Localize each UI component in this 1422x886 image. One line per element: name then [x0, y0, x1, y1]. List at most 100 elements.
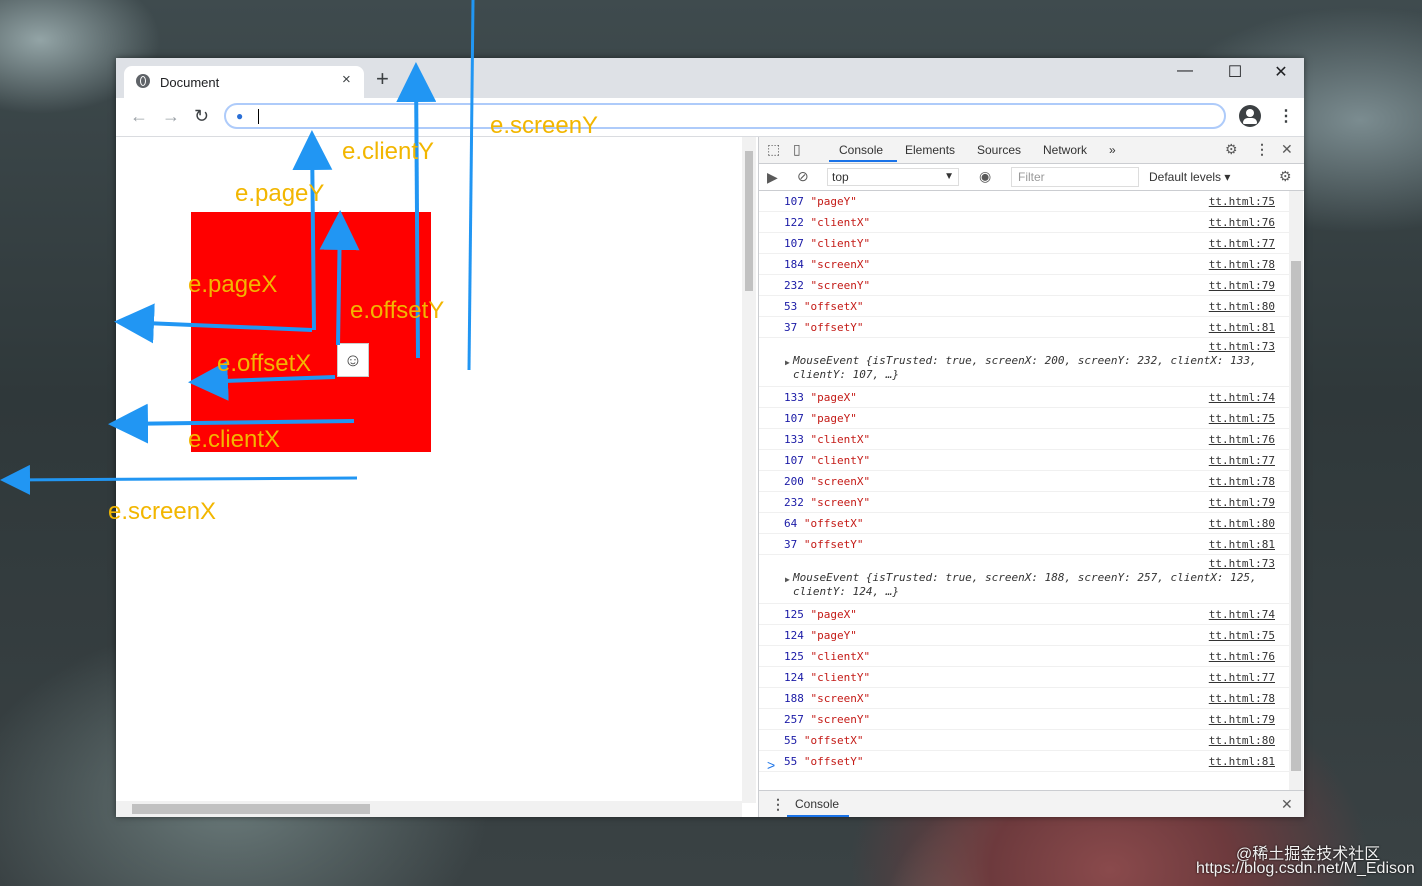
- source-link[interactable]: tt.html:75: [1209, 629, 1275, 642]
- address-bar[interactable]: ●: [224, 103, 1226, 129]
- globe-icon: [136, 74, 150, 88]
- source-link[interactable]: tt.html:74: [1209, 391, 1275, 404]
- text-caret: [258, 109, 259, 124]
- profile-avatar-icon[interactable]: [1239, 105, 1261, 127]
- devtools-tab-console[interactable]: Console: [839, 143, 883, 157]
- source-link[interactable]: tt.html:77: [1209, 671, 1275, 684]
- console-log-row: 133 "pageX" tt.html:74: [759, 387, 1289, 408]
- log-string: "screenY": [810, 496, 871, 509]
- source-link[interactable]: tt.html:74: [1209, 608, 1275, 621]
- drawer-tab-console[interactable]: Console: [795, 797, 839, 811]
- source-link[interactable]: tt.html:73: [1209, 557, 1275, 570]
- console-settings-gear-icon[interactable]: ⚙: [1279, 168, 1292, 185]
- log-value: 107 "pageY": [784, 412, 857, 425]
- filter-input[interactable]: Filter: [1011, 167, 1139, 187]
- devtools-menu-icon[interactable]: ⋮: [1255, 141, 1269, 158]
- log-number: 232: [784, 279, 804, 292]
- reload-icon[interactable]: ↻: [194, 106, 209, 127]
- log-number: 124: [784, 629, 804, 642]
- source-link[interactable]: tt.html:78: [1209, 258, 1275, 271]
- log-string: "pageX": [810, 391, 857, 404]
- source-link[interactable]: tt.html:79: [1209, 279, 1275, 292]
- forward-arrow-icon[interactable]: →: [162, 106, 180, 127]
- page-horizontal-scroll-thumb[interactable]: [132, 804, 370, 814]
- log-string: "clientY": [810, 237, 871, 250]
- source-link[interactable]: tt.html:81: [1209, 321, 1275, 334]
- log-string: "offsetY": [803, 321, 864, 334]
- close-window-button[interactable]: ✕: [1258, 62, 1304, 82]
- devtools-close-icon[interactable]: ✕: [1281, 141, 1293, 158]
- source-link[interactable]: tt.html:81: [1209, 755, 1275, 768]
- source-link[interactable]: tt.html:75: [1209, 412, 1275, 425]
- console-event-row[interactable]: tt.html:73 ▶ MouseEvent {isTrusted: true, …: [759, 338, 1289, 387]
- source-link[interactable]: tt.html:80: [1209, 517, 1275, 530]
- source-link[interactable]: tt.html:81: [1209, 538, 1275, 551]
- log-string: "offsetY": [803, 755, 864, 768]
- source-link[interactable]: tt.html:77: [1209, 454, 1275, 467]
- page-viewport: ☺: [116, 137, 756, 817]
- source-link[interactable]: tt.html:76: [1209, 650, 1275, 663]
- page-horizontal-scrollbar[interactable]: [116, 801, 742, 817]
- devtools-tab-network[interactable]: Network: [1043, 143, 1087, 157]
- source-link[interactable]: tt.html:80: [1209, 734, 1275, 747]
- event-object: MouseEvent {isTrusted: true, screenX: 20…: [793, 354, 1273, 382]
- source-link[interactable]: tt.html:76: [1209, 216, 1275, 229]
- sidebar-toggle-icon[interactable]: ▶: [767, 169, 778, 186]
- settings-gear-icon[interactable]: ⚙: [1225, 141, 1238, 158]
- console-log-row: 107 "pageY" tt.html:75: [759, 408, 1289, 429]
- log-value: 125 "clientX": [784, 650, 870, 663]
- log-string: "clientX": [810, 433, 871, 446]
- clear-console-icon[interactable]: ⊘: [797, 168, 809, 185]
- tab-close-icon[interactable]: ×: [342, 71, 351, 88]
- more-tabs-icon[interactable]: »: [1109, 143, 1116, 157]
- minimize-button[interactable]: —: [1162, 62, 1208, 80]
- console-filter-bar: ▶ ⊘ top ▼ ◉ Filter Default levels ▾ ⚙: [759, 164, 1304, 191]
- console-scrollbar[interactable]: [1289, 191, 1303, 791]
- paw-icon: ●: [236, 109, 244, 123]
- maximize-button[interactable]: ☐: [1212, 62, 1258, 82]
- console-event-row[interactable]: tt.html:73 ▶ MouseEvent {isTrusted: true, …: [759, 555, 1289, 604]
- device-toolbar-icon[interactable]: ▯: [793, 141, 801, 158]
- log-string: "screenX": [810, 692, 871, 705]
- drawer-menu-icon[interactable]: ⋮: [771, 796, 785, 813]
- eye-icon[interactable]: ◉: [979, 168, 991, 185]
- page-vertical-scrollbar[interactable]: [742, 137, 756, 803]
- tab-document[interactable]: Document ×: [124, 66, 364, 98]
- inspect-element-icon[interactable]: ⬚: [767, 141, 780, 158]
- devtools-tab-elements[interactable]: Elements: [905, 143, 955, 157]
- label-screenY: e.screenY: [490, 112, 599, 139]
- source-link[interactable]: tt.html:79: [1209, 713, 1275, 726]
- context-select[interactable]: top ▼: [827, 168, 959, 186]
- expand-triangle-icon[interactable]: ▶: [785, 575, 790, 584]
- red-box[interactable]: [191, 212, 431, 452]
- console-scroll-thumb[interactable]: [1291, 261, 1301, 771]
- new-tab-button[interactable]: +: [376, 68, 389, 90]
- back-arrow-icon[interactable]: ←: [130, 106, 148, 127]
- log-number: 107: [784, 412, 804, 425]
- source-link[interactable]: tt.html:73: [1209, 340, 1275, 353]
- source-link[interactable]: tt.html:76: [1209, 433, 1275, 446]
- devtools-tab-sources[interactable]: Sources: [977, 143, 1021, 157]
- log-levels-dropdown[interactable]: Default levels ▾: [1149, 170, 1230, 184]
- chevron-down-icon: ▼: [944, 171, 954, 182]
- log-value: 257 "screenY": [784, 713, 870, 726]
- console-log-row: 53 "offsetX" tt.html:80: [759, 296, 1289, 317]
- menu-kebab-icon[interactable]: ⋮: [1278, 106, 1294, 126]
- expand-triangle-icon[interactable]: ▶: [785, 358, 790, 367]
- log-levels-label: Default levels: [1149, 170, 1222, 184]
- log-value: 107 "clientY": [784, 454, 870, 467]
- console-log-row: 257 "screenY" tt.html:79: [759, 709, 1289, 730]
- log-number: 37: [784, 321, 798, 334]
- console-log-row: 133 "clientX" tt.html:76: [759, 429, 1289, 450]
- source-link[interactable]: tt.html:78: [1209, 692, 1275, 705]
- label-screenX: e.screenX: [108, 498, 217, 525]
- source-link[interactable]: tt.html:80: [1209, 300, 1275, 313]
- console-prompt[interactable]: >: [767, 757, 775, 773]
- log-string: "pageY": [810, 412, 857, 425]
- source-link[interactable]: tt.html:75: [1209, 195, 1275, 208]
- source-link[interactable]: tt.html:77: [1209, 237, 1275, 250]
- source-link[interactable]: tt.html:79: [1209, 496, 1275, 509]
- source-link[interactable]: tt.html:78: [1209, 475, 1275, 488]
- drawer-close-icon[interactable]: ✕: [1281, 796, 1293, 813]
- page-vertical-scroll-thumb[interactable]: [745, 151, 753, 291]
